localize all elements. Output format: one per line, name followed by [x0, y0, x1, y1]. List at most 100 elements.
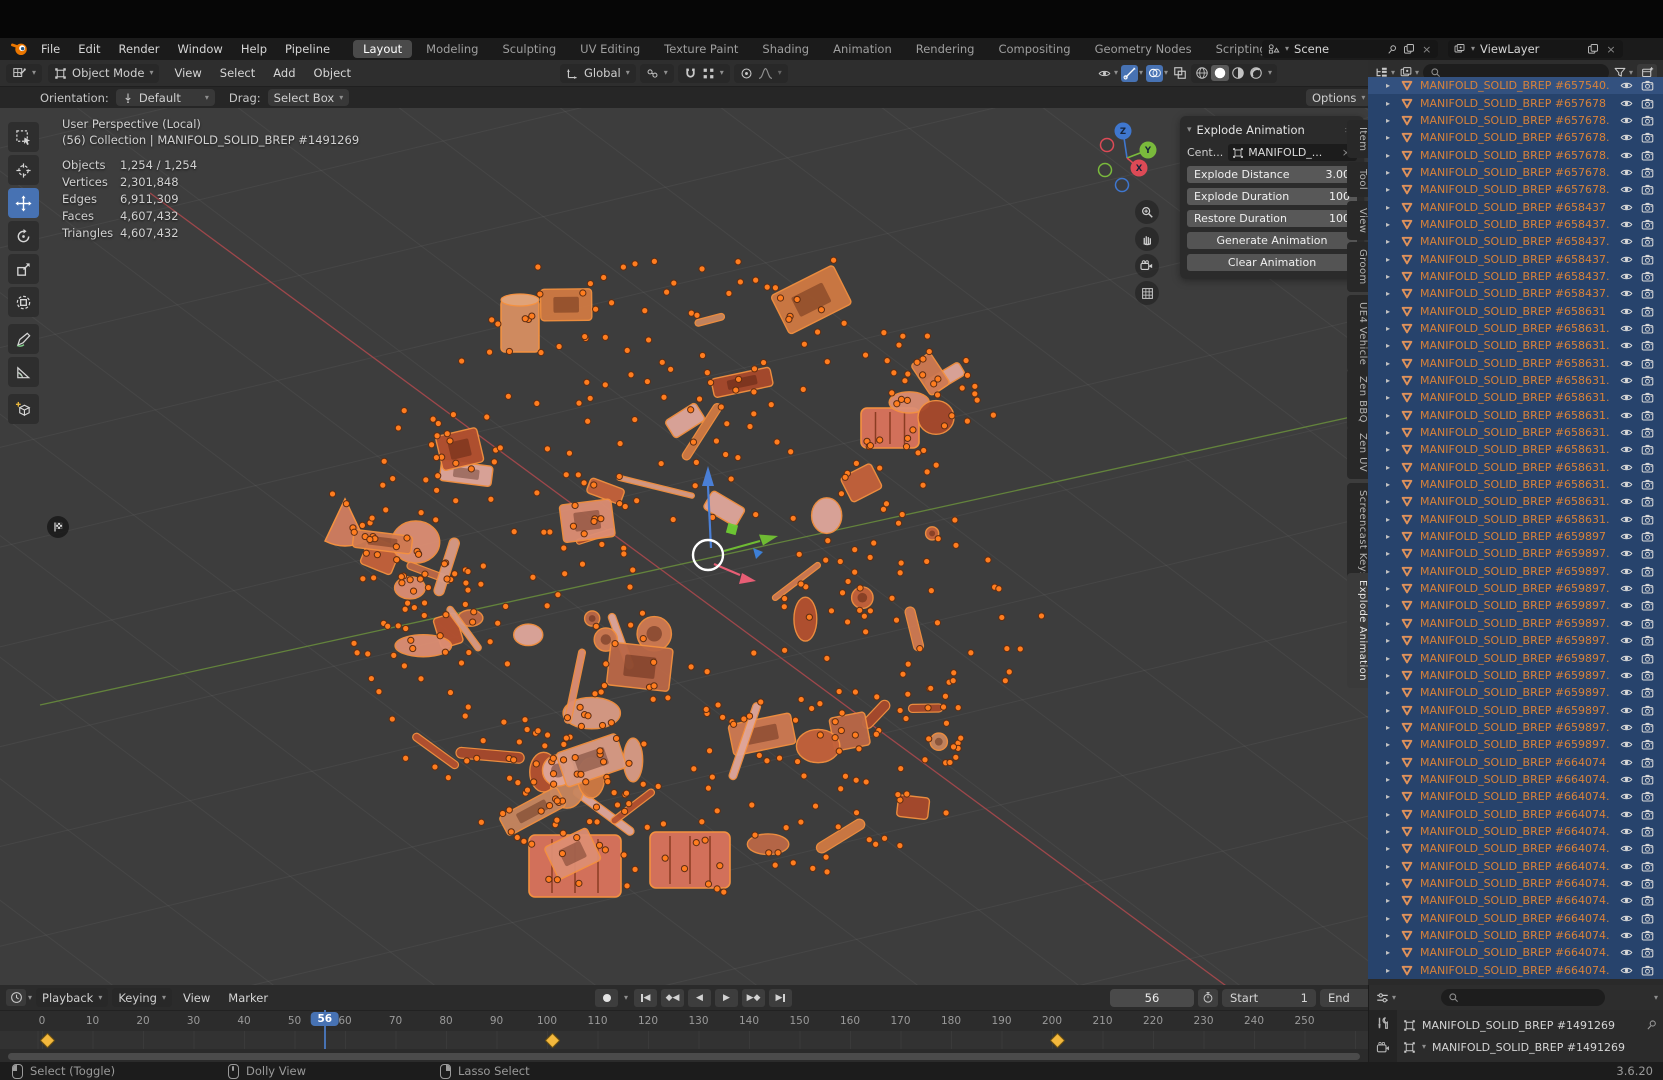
pin-icon[interactable] — [1387, 44, 1398, 55]
viewport-menu-view[interactable]: View — [165, 66, 210, 80]
disable-render-camera-icon[interactable] — [1640, 461, 1655, 474]
expand-icon[interactable]: ▸ — [1386, 931, 1400, 940]
hide-viewport-eye-icon[interactable] — [1619, 669, 1634, 682]
timeline-menu-keying[interactable]: Keying ▾ — [112, 988, 172, 1007]
explode-distance-field[interactable]: Explode Distance 3.00 — [1187, 166, 1357, 183]
hide-viewport-eye-icon[interactable] — [1619, 738, 1634, 751]
object-visibility-icon[interactable] — [1096, 65, 1113, 82]
expand-icon[interactable]: ▸ — [1386, 151, 1400, 160]
disable-render-camera-icon[interactable] — [1640, 426, 1655, 439]
outliner-row[interactable]: ▸ MANIFOLD_SOLID_BREP #664074. — [1368, 909, 1663, 927]
outliner-row[interactable]: ▸ MANIFOLD_SOLID_BREP #658437. — [1368, 267, 1663, 286]
workspace-tab-uv-editing[interactable]: UV Editing — [570, 40, 650, 58]
disable-render-camera-icon[interactable] — [1640, 391, 1655, 404]
pin-icon[interactable] — [1646, 1019, 1658, 1031]
outliner-row[interactable]: ▸ MANIFOLD_SOLID_BREP #664074 — [1368, 753, 1663, 771]
disable-render-camera-icon[interactable] — [1640, 218, 1655, 231]
expand-icon[interactable]: ▸ — [1386, 549, 1400, 558]
viewport-menu-add[interactable]: Add — [264, 66, 304, 80]
transform-tool[interactable] — [8, 287, 39, 317]
sidebar-tab-view[interactable]: View — [1347, 201, 1368, 241]
sidebar-tab-tool[interactable]: Tool — [1347, 162, 1368, 198]
outliner-row[interactable]: ▸ MANIFOLD_SOLID_BREP #658631. — [1368, 406, 1663, 424]
workspace-tab-geometry-nodes[interactable]: Geometry Nodes — [1085, 40, 1202, 58]
outliner-row[interactable]: ▸ MANIFOLD_SOLID_BREP #664074. — [1368, 944, 1663, 962]
outliner-row[interactable]: ▸ MANIFOLD_SOLID_BREP #658631. — [1368, 337, 1663, 355]
tool-tab-icon[interactable] — [1376, 1016, 1390, 1030]
hide-viewport-eye-icon[interactable] — [1619, 339, 1634, 352]
outliner-row[interactable]: ▸ MANIFOLD_SOLID_BREP #664074. — [1368, 892, 1663, 910]
workspace-tab-modeling[interactable]: Modeling — [416, 40, 488, 58]
disable-render-camera-icon[interactable] — [1640, 409, 1655, 422]
cursor-tool[interactable] — [8, 155, 39, 185]
transform-orientation-dropdown[interactable]: Global ▾ — [560, 63, 636, 83]
disable-render-camera-icon[interactable] — [1640, 912, 1655, 925]
disable-render-camera-icon[interactable] — [1640, 599, 1655, 612]
expand-icon[interactable]: ▸ — [1386, 237, 1400, 246]
expand-icon[interactable]: ▸ — [1386, 99, 1400, 108]
disable-render-camera-icon[interactable] — [1640, 339, 1655, 352]
center-object-field[interactable]: MANIFOLD_... × — [1228, 144, 1357, 161]
new-scene-icon[interactable] — [1403, 43, 1415, 55]
hide-viewport-eye-icon[interactable] — [1619, 253, 1634, 266]
outliner-row[interactable]: ▸ MANIFOLD_SOLID_BREP #659897. — [1368, 632, 1663, 650]
hide-viewport-eye-icon[interactable] — [1619, 964, 1634, 977]
expand-icon[interactable]: ▸ — [1386, 914, 1400, 923]
disable-render-camera-icon[interactable] — [1640, 877, 1655, 890]
outliner-row[interactable]: ▸ MANIFOLD_SOLID_BREP #658631. — [1368, 423, 1663, 442]
outliner-row[interactable]: ▸ MANIFOLD_SOLID_BREP #658631. — [1368, 510, 1663, 528]
disable-render-camera-icon[interactable] — [1640, 235, 1655, 248]
hide-viewport-eye-icon[interactable] — [1619, 305, 1634, 318]
sidebar-tab-explode-animation[interactable]: Explode Animation — [1347, 573, 1368, 688]
expand-icon[interactable]: ▸ — [1386, 497, 1400, 506]
disable-render-camera-icon[interactable] — [1640, 201, 1655, 214]
hide-viewport-eye-icon[interactable] — [1619, 565, 1634, 578]
disable-render-camera-icon[interactable] — [1640, 669, 1655, 682]
expand-icon[interactable]: ▸ — [1386, 654, 1400, 663]
clear-animation-button[interactable]: Clear Animation — [1187, 254, 1357, 271]
drag-dropdown[interactable]: Select Box ▾ — [267, 89, 350, 106]
workspace-tab-texture-paint[interactable]: Texture Paint — [654, 40, 748, 58]
workspace-tab-layout[interactable]: Layout — [353, 40, 413, 58]
outliner-row[interactable]: ▸ MANIFOLD_SOLID_BREP #659897. — [1368, 666, 1663, 685]
outliner-row[interactable]: ▸ MANIFOLD_SOLID_BREP #659897. — [1368, 736, 1663, 754]
show-overlays-toggle[interactable] — [1146, 64, 1164, 82]
hide-viewport-eye-icon[interactable] — [1619, 461, 1634, 474]
outliner-row[interactable]: ▸ MANIFOLD_SOLID_BREP #664074. — [1368, 822, 1663, 841]
hide-viewport-eye-icon[interactable] — [1619, 201, 1634, 214]
expand-icon[interactable]: ▸ — [1386, 740, 1400, 749]
timeline-ruler[interactable]: 0 10 20 30 40 50 60 70 80 90 100 110 120 130 140 150 160… — [0, 1010, 1368, 1032]
outliner-row[interactable]: ▸ MANIFOLD_SOLID_BREP #657678. — [1368, 163, 1663, 182]
pivot-point-dropdown[interactable]: ▾ — [639, 63, 674, 83]
disable-render-camera-icon[interactable] — [1640, 964, 1655, 977]
keyframe-diamond[interactable] — [1049, 1032, 1066, 1049]
expand-icon[interactable]: ▸ — [1386, 272, 1400, 281]
disable-render-camera-icon[interactable] — [1640, 565, 1655, 578]
menu-render[interactable]: Render — [110, 42, 169, 56]
hide-viewport-eye-icon[interactable] — [1619, 946, 1634, 959]
hide-viewport-eye-icon[interactable] — [1619, 478, 1634, 491]
hide-viewport-eye-icon[interactable] — [1619, 790, 1634, 803]
disable-render-camera-icon[interactable] — [1640, 149, 1655, 162]
hide-viewport-eye-icon[interactable] — [1619, 652, 1634, 665]
disable-render-camera-icon[interactable] — [1640, 894, 1655, 907]
disable-render-camera-icon[interactable] — [1640, 652, 1655, 665]
menu-help[interactable]: Help — [232, 42, 276, 56]
outliner-row[interactable]: ▸ MANIFOLD_SOLID_BREP #659897. — [1368, 579, 1663, 598]
start-frame-field[interactable]: Start 1 — [1222, 988, 1316, 1007]
disable-render-camera-icon[interactable] — [1640, 495, 1655, 508]
hide-viewport-eye-icon[interactable] — [1619, 634, 1634, 647]
outliner-row[interactable]: ▸ MANIFOLD_SOLID_BREP #657678. — [1368, 129, 1663, 147]
hide-viewport-eye-icon[interactable] — [1619, 721, 1634, 734]
expand-icon[interactable]: ▸ — [1386, 810, 1400, 819]
hide-viewport-eye-icon[interactable] — [1619, 166, 1634, 179]
solid-shading-icon[interactable] — [1211, 65, 1230, 81]
expand-icon[interactable]: ▸ — [1386, 185, 1400, 194]
timeline-menu-view[interactable]: View — [174, 991, 219, 1005]
hide-viewport-eye-icon[interactable] — [1619, 131, 1634, 144]
toggle-perspective-button[interactable] — [1135, 281, 1159, 305]
hide-viewport-eye-icon[interactable] — [1619, 912, 1634, 925]
keyframe-diamond[interactable] — [544, 1032, 561, 1049]
measure-tool[interactable] — [8, 357, 39, 387]
disable-render-camera-icon[interactable] — [1640, 582, 1655, 595]
